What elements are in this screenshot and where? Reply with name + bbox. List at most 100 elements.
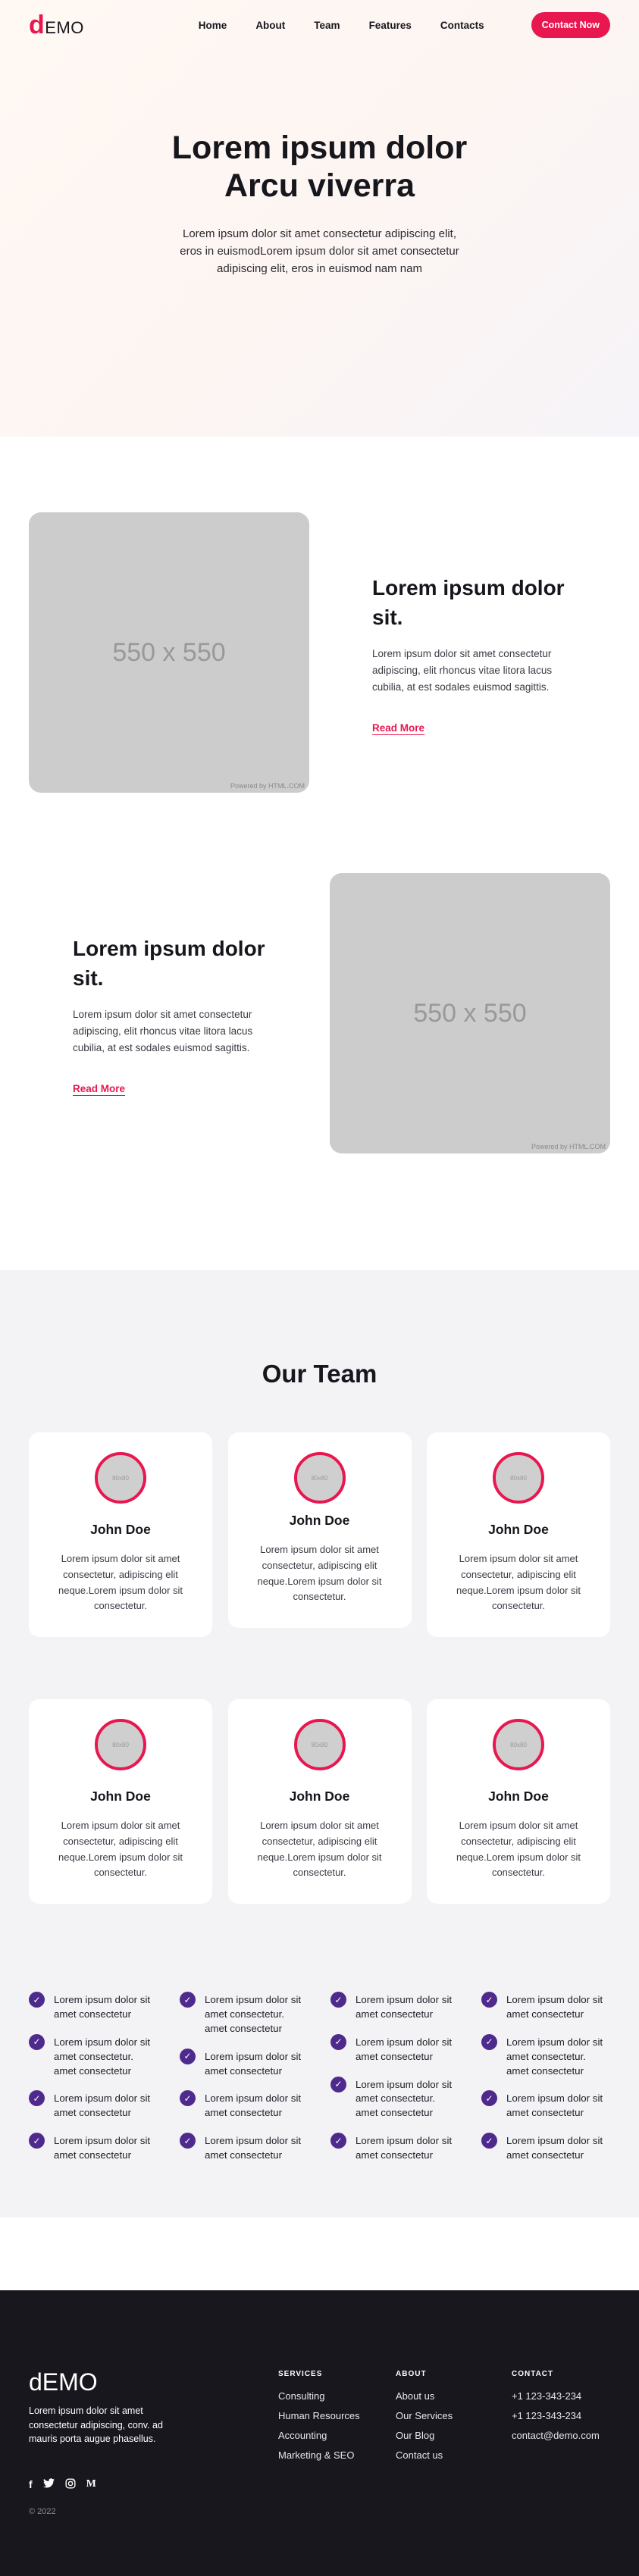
footer-link[interactable]: About us — [396, 2390, 453, 2402]
nav-features[interactable]: Features — [369, 20, 412, 31]
footer-col-title: CONTACT — [512, 2369, 554, 2378]
instagram-icon[interactable] — [65, 2478, 76, 2491]
social-links: f M — [29, 2478, 96, 2491]
footer-link[interactable]: Our Services — [396, 2410, 453, 2421]
member-name: John Doe — [90, 1522, 151, 1537]
list-item-text: Lorem ipsum dolor sit amet consectetur — [356, 2036, 453, 2062]
list-item-text: Lorem ipsum dolor sit amet consectetur — [54, 1994, 151, 2020]
list-item: ✓ Lorem ipsum dolor sit amet consectetur — [481, 1992, 610, 2022]
feature-title: Lorem ipsum dolor sit. — [73, 937, 265, 991]
check-icon: ✓ — [29, 2090, 45, 2107]
member-desc: Lorem ipsum dolor sit amet consectetur, … — [58, 1820, 183, 1879]
checklist-column: ✓ Lorem ipsum dolor sit amet consectetur … — [481, 1992, 610, 2177]
avatar-placeholder-label: 80x80 — [112, 1474, 129, 1482]
footer-phone[interactable]: +1 123-343-234 — [512, 2410, 600, 2421]
list-item: ✓ Lorem ipsum dolor sit amet consectetur — [180, 2048, 309, 2079]
member-name: John Doe — [90, 1789, 151, 1804]
check-icon: ✓ — [180, 2090, 196, 2107]
footer-link[interactable]: Contact us — [396, 2449, 453, 2461]
list-item: ✓ Lorem ipsum dolor sit amet consectetur.… — [330, 2076, 459, 2121]
main-nav: Home About Team Features Contacts Contac… — [170, 12, 610, 38]
feature-row-1: 550 x 550 Powered by HTML.COM Lorem ipsu… — [0, 512, 639, 873]
member-desc: Lorem ipsum dolor sit amet consectetur, … — [456, 1820, 581, 1879]
nav-about[interactable]: About — [255, 20, 285, 31]
footer-phone[interactable]: +1 123-343-234 — [512, 2390, 600, 2402]
footer-email[interactable]: contact@demo.com — [512, 2430, 600, 2441]
avatar: 80x80 — [95, 1719, 146, 1770]
list-item-text: Lorem ipsum dolor sit amet consectetur — [356, 1994, 453, 2020]
list-item-text: Lorem ipsum dolor sit amet consectetur — [356, 2135, 453, 2161]
list-item: ✓ Lorem ipsum dolor sit amet consectetur — [481, 2090, 610, 2121]
nav-home[interactable]: Home — [199, 20, 227, 31]
check-icon: ✓ — [481, 1992, 497, 2008]
feature-image-placeholder: 550 x 550 Powered by HTML.COM — [29, 512, 309, 793]
read-more-link[interactable]: Read More — [73, 1083, 125, 1094]
member-name: John Doe — [488, 1789, 549, 1804]
facebook-icon[interactable]: f — [29, 2478, 33, 2491]
footer-about: ABOUT About us Our Services Our Blog Con… — [396, 2370, 453, 2469]
feature-body: Lorem ipsum dolor sit amet consectetur a… — [372, 648, 553, 693]
copyright: © 2022 — [29, 2506, 56, 2516]
checklist-column: ✓ Lorem ipsum dolor sit amet consectetur.… — [180, 1992, 309, 2177]
list-item-text: Lorem ipsum dolor sit amet consectetur. … — [506, 2036, 603, 2077]
avatar: 80x80 — [493, 1452, 544, 1504]
check-icon: ✓ — [481, 2133, 497, 2149]
footer-link[interactable]: Our Blog — [396, 2430, 453, 2441]
list-item: ✓ Lorem ipsum dolor sit amet consectetur.… — [481, 2033, 610, 2079]
footer-link[interactable]: Accounting — [278, 2430, 360, 2441]
list-item-text: Lorem ipsum dolor sit amet consectetur — [506, 1994, 603, 2020]
avatar-placeholder-label: 80x80 — [510, 1741, 527, 1748]
list-item-text: Lorem ipsum dolor sit amet consectetur — [205, 2092, 302, 2119]
avatar-placeholder-label: 80x80 — [311, 1741, 328, 1748]
list-item-text: Lorem ipsum dolor sit amet consectetur — [54, 2092, 151, 2119]
member-desc: Lorem ipsum dolor sit amet consectetur, … — [456, 1553, 581, 1612]
avatar: 80x80 — [95, 1452, 146, 1504]
avatar-placeholder-label: 80x80 — [112, 1741, 129, 1748]
image-size-label: 550 x 550 — [112, 637, 226, 667]
team-section: Our Team 80x80 John Doe Lorem ipsum dolo… — [0, 1270, 639, 2218]
feature-checklist: ✓ Lorem ipsum dolor sit amet consectetur … — [0, 1992, 639, 2177]
list-item: ✓ Lorem ipsum dolor sit amet consectetur — [481, 2133, 610, 2163]
check-icon: ✓ — [330, 2133, 346, 2149]
footer-link[interactable]: Consulting — [278, 2390, 360, 2402]
footer-col-title: SERVICES — [278, 2369, 323, 2378]
twitter-icon[interactable] — [42, 2478, 55, 2491]
list-item-text: Lorem ipsum dolor sit amet consectetur. … — [54, 2036, 151, 2077]
list-item-text: Lorem ipsum dolor sit amet consectetur — [506, 2092, 603, 2119]
avatar-placeholder-label: 80x80 — [311, 1474, 328, 1482]
footer-link[interactable]: Human Resources — [278, 2410, 360, 2421]
feature-text: Lorem ipsum dolor sit. Lorem ipsum dolor… — [73, 934, 277, 1096]
check-icon: ✓ — [29, 2133, 45, 2149]
avatar: 80x80 — [293, 1719, 346, 1770]
team-card: 80x80 John Doe Lorem ipsum dolor sit ame… — [427, 1699, 610, 1904]
member-name: John Doe — [289, 1513, 350, 1528]
member-name: John Doe — [289, 1789, 350, 1804]
check-icon: ✓ — [481, 2033, 497, 2050]
read-more-link[interactable]: Read More — [372, 722, 424, 734]
feature-row-2: Lorem ipsum dolor sit. Lorem ipsum dolor… — [0, 873, 639, 1234]
footer-services: SERVICES Consulting Human Resources Acco… — [278, 2370, 360, 2469]
contact-now-button[interactable]: Contact Now — [531, 12, 610, 38]
nav-contacts[interactable]: Contacts — [440, 20, 484, 31]
medium-icon[interactable]: M — [86, 2478, 96, 2491]
logo[interactable]: dEMO — [29, 11, 84, 40]
list-item-text: Lorem ipsum dolor sit amet consectetur. … — [205, 1994, 302, 2034]
hero-subtitle: Lorem ipsum dolor sit amet consectetur a… — [180, 227, 459, 276]
list-item: ✓ Lorem ipsum dolor sit amet consectetur — [29, 2090, 158, 2121]
check-icon: ✓ — [180, 2048, 196, 2064]
nav-team[interactable]: Team — [314, 20, 340, 31]
list-item: ✓ Lorem ipsum dolor sit amet consectetur.… — [29, 2033, 158, 2079]
check-icon: ✓ — [330, 1992, 346, 2008]
list-item-text: Lorem ipsum dolor sit amet consectetur — [205, 2135, 302, 2161]
check-icon: ✓ — [330, 2076, 346, 2092]
footer-link[interactable]: Marketing & SEO — [278, 2449, 360, 2461]
feature-image-placeholder: 550 x 550 Powered by HTML.COM — [330, 873, 610, 1153]
list-item: ✓ Lorem ipsum dolor sit amet consectetur — [29, 1992, 158, 2022]
avatar-placeholder-label: 80x80 — [510, 1474, 527, 1482]
member-desc: Lorem ipsum dolor sit amet consectetur, … — [58, 1553, 183, 1612]
hero-section: Lorem ipsum dolor Arcu viverra Lorem ips… — [0, 0, 639, 437]
check-icon: ✓ — [180, 2133, 196, 2149]
member-name: John Doe — [488, 1522, 549, 1537]
image-credit: Powered by HTML.COM — [230, 782, 305, 790]
list-item: ✓ Lorem ipsum dolor sit amet consectetur — [330, 2133, 459, 2163]
